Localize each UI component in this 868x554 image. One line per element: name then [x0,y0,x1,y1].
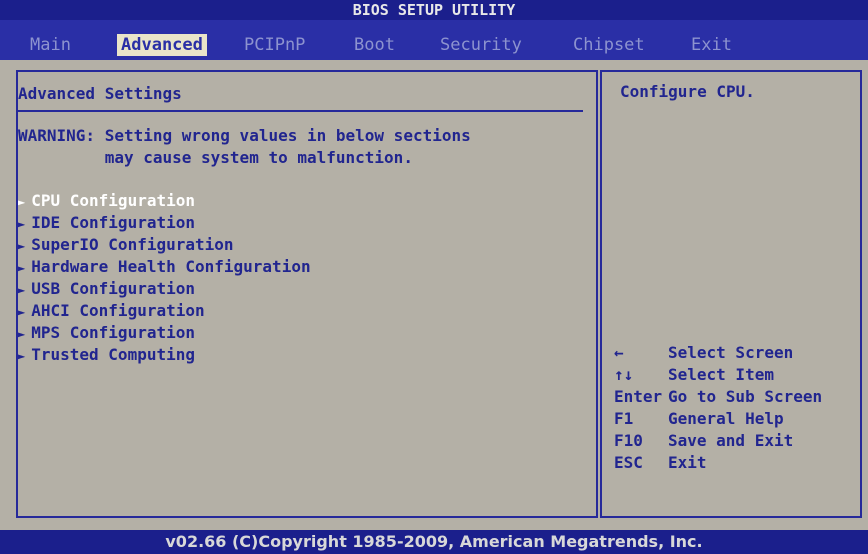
tab-security[interactable]: Security [436,34,526,56]
key-description: Save and Exit [668,431,794,450]
submenu-arrow-icon: ► [18,349,26,363]
submenu-list: ► CPU Configuration ► IDE Configuration ► S… [18,190,311,366]
submenu-arrow-icon: ► [18,327,26,341]
menu-bar: Main Advanced PCIPnP Boot Security Chips… [0,20,868,60]
tab-boot[interactable]: Boot [350,34,399,56]
heading-divider [18,110,583,112]
copyright-footer: v02.66 (C)Copyright 1985-2009, American … [0,530,868,554]
key-legend-row: ↑↓ Select Item [614,364,822,386]
tab-main[interactable]: Main [26,34,75,56]
tab-advanced[interactable]: Advanced [117,34,207,56]
key-legend-row: ← Select Screen [614,342,822,364]
key-description: Select Screen [668,343,794,362]
submenu-arrow-icon: ► [18,261,26,275]
page-title: Advanced Settings [18,84,182,103]
warning-text: WARNING: Setting wrong values in below s… [18,125,471,169]
menu-item-usb-configuration[interactable]: ► USB Configuration [18,278,311,300]
f10-key: F10 [614,431,643,450]
menu-item-label: USB Configuration [31,279,195,298]
up-down-arrow-key: ↑↓ [614,365,634,384]
left-arrow-key: ← [614,343,624,362]
f1-key: F1 [614,409,634,428]
key-description: Select Item [668,365,774,384]
submenu-arrow-icon: ► [18,195,26,209]
key-legend-row: F10 Save and Exit [614,430,822,452]
menu-item-cpu-configuration[interactable]: ► CPU Configuration [18,190,311,212]
menu-item-superio-configuration[interactable]: ► SuperIO Configuration [18,234,311,256]
menu-item-ide-configuration[interactable]: ► IDE Configuration [18,212,311,234]
menu-item-label: Trusted Computing [31,345,195,364]
warning-line-2: may cause system to malfunction. [18,148,413,167]
menu-item-label: Hardware Health Configuration [31,257,311,276]
submenu-arrow-icon: ► [18,305,26,319]
menu-item-label: AHCI Configuration [31,301,205,320]
key-legend: ← Select Screen ↑↓ Select Item Enter Go to … [614,342,822,474]
menu-item-label: CPU Configuration [31,191,195,210]
menu-item-hardware-health-configuration[interactable]: ► Hardware Health Configuration [18,256,311,278]
key-description: Go to Sub Screen [668,387,823,406]
help-description: Configure CPU. [620,82,755,101]
tab-exit[interactable]: Exit [687,34,736,56]
esc-key: ESC [614,453,643,472]
key-legend-row: Enter Go to Sub Screen [614,386,822,408]
menu-item-label: IDE Configuration [31,213,195,232]
tab-pcipnp[interactable]: PCIPnP [240,34,309,56]
submenu-arrow-icon: ► [18,283,26,297]
submenu-arrow-icon: ► [18,239,26,253]
menu-item-mps-configuration[interactable]: ► MPS Configuration [18,322,311,344]
menu-item-trusted-computing[interactable]: ► Trusted Computing [18,344,311,366]
tab-chipset[interactable]: Chipset [569,34,649,56]
key-description: Exit [668,453,707,472]
key-description: General Help [668,409,784,428]
key-legend-row: ESC Exit [614,452,822,474]
menu-item-label: MPS Configuration [31,323,195,342]
bios-title: BIOS SETUP UTILITY [0,0,868,20]
menu-item-label: SuperIO Configuration [31,235,234,254]
key-legend-row: F1 General Help [614,408,822,430]
warning-line-1: WARNING: Setting wrong values in below s… [18,126,471,145]
enter-key: Enter [614,387,663,406]
menu-item-ahci-configuration[interactable]: ► AHCI Configuration [18,300,311,322]
submenu-arrow-icon: ► [18,217,26,231]
